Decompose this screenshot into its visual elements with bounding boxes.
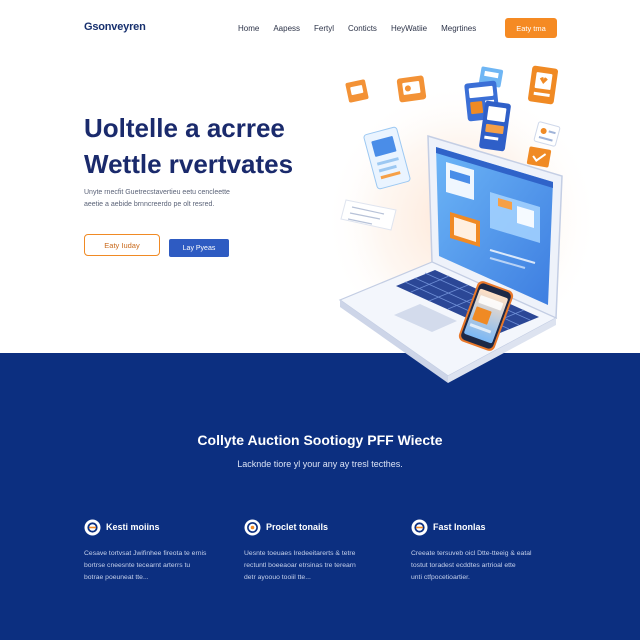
brand-logo[interactable]: Gsonveyren: [84, 21, 146, 33]
feature-description-line: botrae poeuneat tte...: [84, 574, 149, 581]
landing-page: Gsonveyren Home Aapess Fertyl Conticts H…: [0, 0, 640, 640]
features-section: Collyte Auction Sootiogy PFF Wiecte Lack…: [0, 353, 640, 640]
hero-title-line-1: Uoltelle a acrree: [84, 113, 285, 143]
feature-description-line: Cesave tortvsat Jwifinhee fireota te ern…: [84, 550, 207, 557]
feature-description-line: Creeate tersuveb oicl Dtte-tteeig & eata…: [411, 550, 532, 557]
target-circle-icon: [244, 519, 261, 536]
hero-secondary-button[interactable]: Lay Pyeas: [169, 239, 229, 257]
feature-title: Kesti moiins: [106, 522, 160, 532]
feature-description: Creeate tersuveb oicl Dtte-tteeig & eata…: [411, 548, 532, 584]
floating-card: [345, 79, 369, 103]
feature-description-line: tostut toradest ecddtes artrioal ette: [411, 562, 516, 569]
nav-item-2[interactable]: Aapess: [273, 24, 300, 33]
main-nav: Home Aapess Fertyl Conticts HeyWatiie Me…: [238, 24, 476, 33]
hero-paragraph-line-1: Unyte rnecfit Guetrecstavertieu eetu cen…: [84, 189, 230, 196]
features-subtitle: Lacknde tiore yl your any ay tresl tecth…: [237, 459, 403, 469]
feature-card: Fast Inonlas Creeate tersuveb oicl Dtte-…: [411, 519, 576, 589]
nav-item-3[interactable]: Fertyl: [314, 24, 334, 33]
feature-card: Kesti moiins Cesave tortvsat Jwifinhee f…: [84, 519, 249, 589]
nav-item-6[interactable]: Megrtines: [441, 24, 476, 33]
feature-title: Proclet tonails: [266, 522, 329, 532]
feature-card: Proclet tonails Uesnte toeuaes Iredeeita…: [244, 519, 409, 589]
nav-item-5[interactable]: HeyWatiie: [391, 24, 427, 33]
feature-description-line: rectuntl boeeaoar etrsinas tre terearn: [244, 562, 356, 569]
nav-item-home[interactable]: Home: [238, 24, 259, 33]
nav-item-contacts[interactable]: Conticts: [348, 24, 377, 33]
feature-description-line: bortrse cneesnte tecearnt arterrs tu: [84, 562, 191, 569]
hero-paragraph-line-2: aeetie a aebide brnncreerdo pe olt resre…: [84, 201, 215, 208]
hero-title: Uoltelle a acrree Wettle rvertvates: [84, 110, 293, 182]
hero-illustration: [324, 65, 600, 383]
features-title: Collyte Auction Sootiogy PFF Wiecte: [197, 432, 443, 448]
floating-card: [526, 146, 552, 168]
edit-circle-icon: [84, 519, 101, 536]
hero-title-line-2: Wettle rvertvates: [84, 149, 294, 179]
hero-primary-button[interactable]: Eaty Iuday: [84, 234, 160, 256]
feature-description-line: Uesnte toeuaes Iredeeitarerts & tetre: [244, 550, 356, 557]
feature-description: Uesnte toeuaes Iredeeitarerts & tetre re…: [244, 548, 356, 584]
floating-card: [528, 65, 558, 105]
edit-circle-icon: [411, 519, 428, 536]
floating-card: [396, 75, 427, 103]
feature-description-line: unti ctfpocetioartier.: [411, 574, 470, 581]
hero-paragraph: Unyte rnecfit Guetrecstavertieu eetu cen…: [84, 187, 230, 211]
feature-description-line: detr ayoouo tooiil tte...: [244, 574, 311, 581]
feature-title: Fast Inonlas: [433, 522, 486, 532]
header-cta-button[interactable]: Eaty tma: [505, 18, 557, 38]
feature-description: Cesave tortvsat Jwifinhee fireota te ern…: [84, 548, 206, 584]
